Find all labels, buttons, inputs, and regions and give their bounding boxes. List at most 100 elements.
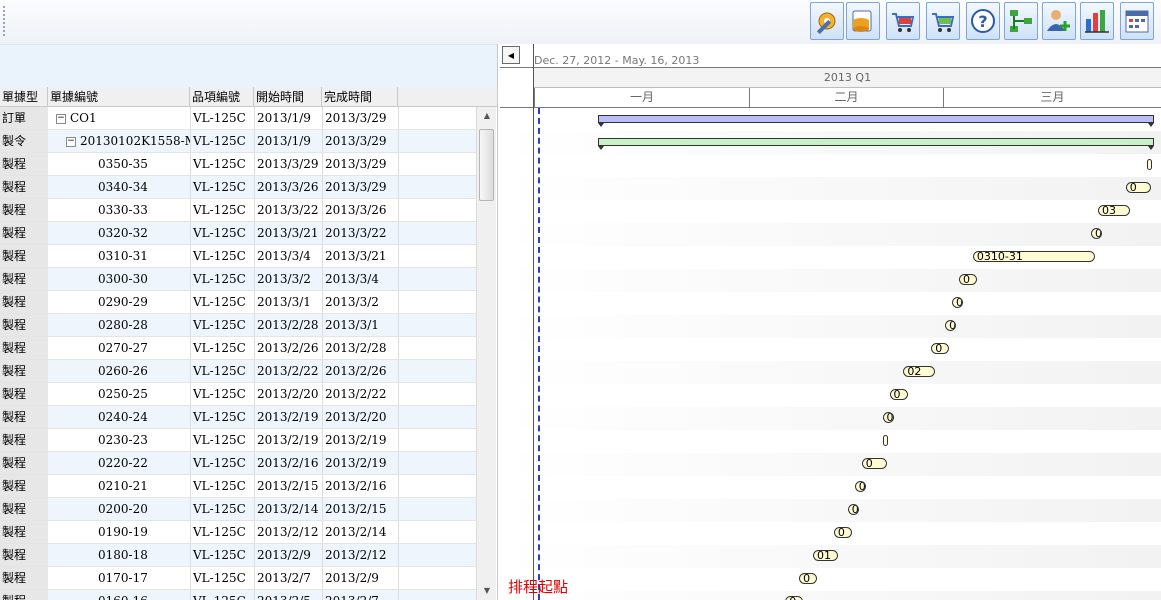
grid-scrollbar[interactable]: ▲ ▼ xyxy=(476,107,496,600)
gantt-task-bar[interactable]: 0 xyxy=(945,320,957,331)
scroll-down-icon[interactable]: ▼ xyxy=(477,582,497,600)
chevron-left-icon[interactable]: ◀ xyxy=(502,46,520,64)
table-row[interactable]: 訂單 − CO1 VL-125C 2013/1/9 2013/3/29 xyxy=(0,107,476,130)
gantt-task-bar[interactable]: 0 xyxy=(847,504,859,515)
table-row[interactable]: 製程 0240-24 VL-125C 2013/2/19 2013/2/20 xyxy=(0,406,476,429)
cell-end-date: 2013/3/26 xyxy=(322,199,398,221)
table-row[interactable]: 製程 0320-32 VL-125C 2013/3/21 2013/3/22 xyxy=(0,222,476,245)
gantt-row: 0 xyxy=(500,499,1161,522)
gantt-task-bar[interactable]: 0 xyxy=(952,297,964,308)
add-user-icon xyxy=(1047,10,1070,31)
settings-button[interactable] xyxy=(810,2,844,40)
collapse-icon[interactable]: − xyxy=(66,136,76,147)
cell-doc-no: 0330-33 xyxy=(48,199,190,221)
cell-start-date: 2013/3/2 xyxy=(254,268,322,290)
column-header-doc-no[interactable]: 單據編號 xyxy=(48,87,190,107)
column-header-item-no[interactable]: 品項編號 xyxy=(190,87,254,107)
table-row[interactable]: 製程 0310-31 VL-125C 2013/3/4 2013/3/21 xyxy=(0,245,476,268)
doc-no-text: 0240-24 xyxy=(98,410,148,424)
toolbar-grip[interactable] xyxy=(3,6,7,36)
gantt-summary-bar[interactable] xyxy=(597,115,1154,127)
gantt-task-bar[interactable]: 01 xyxy=(813,550,839,561)
table-row[interactable]: 製程 0270-27 VL-125C 2013/2/26 2013/2/28 xyxy=(0,337,476,360)
table-row[interactable]: 製令 −20130102K1558-M VL-125C 2013/1/9 2013/3/… xyxy=(0,130,476,153)
cell-empty xyxy=(398,176,476,198)
cell-empty xyxy=(398,130,476,152)
cell-empty xyxy=(398,153,476,175)
gantt-task-bar[interactable]: 0 xyxy=(882,412,894,423)
cell-doc-no: 0240-24 xyxy=(48,406,190,428)
cell-item-no: VL-125C xyxy=(190,176,254,198)
cell-doc-type: 製程 xyxy=(0,544,48,566)
table-row[interactable]: 製程 0300-30 VL-125C 2013/3/2 2013/3/4 xyxy=(0,268,476,291)
cart-button[interactable] xyxy=(886,2,920,40)
gantt-task-bar[interactable]: 0 xyxy=(889,389,908,400)
gantt-row: 0 xyxy=(500,384,1161,407)
gantt-task-bar[interactable]: 0 xyxy=(861,458,887,469)
table-row[interactable]: 製程 0250-25 VL-125C 2013/2/20 2013/2/22 xyxy=(0,383,476,406)
gantt-task-bar[interactable]: 0 xyxy=(854,481,866,492)
cell-doc-no: 0270-27 xyxy=(48,337,190,359)
table-row[interactable]: 製程 0210-21 VL-125C 2013/2/15 2013/2/16 xyxy=(0,475,476,498)
gantt-row: 03 xyxy=(500,200,1161,223)
cell-doc-type: 製程 xyxy=(0,268,48,290)
cell-item-no: VL-125C xyxy=(190,475,254,497)
add-user-button[interactable] xyxy=(1042,2,1076,40)
gantt-task-bar[interactable]: 03 xyxy=(1098,205,1130,216)
table-row[interactable]: 製程 0220-22 VL-125C 2013/2/16 2013/2/19 xyxy=(0,452,476,475)
gantt-row xyxy=(500,430,1161,453)
cell-item-no: VL-125C xyxy=(190,452,254,474)
table-row[interactable]: 製程 0230-23 VL-125C 2013/2/19 2013/2/19 xyxy=(0,429,476,452)
table-row[interactable]: 製程 0290-29 VL-125C 2013/3/1 2013/3/2 xyxy=(0,291,476,314)
table-row[interactable]: 製程 0350-35 VL-125C 2013/3/29 2013/3/29 xyxy=(0,153,476,176)
help-button[interactable]: ? xyxy=(966,2,1000,40)
cell-doc-no: 0180-18 xyxy=(48,544,190,566)
gantt-task-bar[interactable]: 0 xyxy=(833,527,852,538)
gantt-row: 0 xyxy=(500,177,1161,200)
column-header-type[interactable]: 單據型 xyxy=(0,87,48,107)
table-row[interactable]: 製程 0280-28 VL-125C 2013/2/28 2013/3/1 xyxy=(0,314,476,337)
cart-refresh-icon xyxy=(932,13,955,32)
cell-empty xyxy=(398,291,476,313)
table-row[interactable]: 製程 0200-20 VL-125C 2013/2/14 2013/2/15 xyxy=(0,498,476,521)
database-button[interactable] xyxy=(846,2,880,40)
gantt-task-bar[interactable]: 0310-31 xyxy=(972,251,1096,262)
table-row[interactable]: 製程 0340-34 VL-125C 2013/3/26 2013/3/29 xyxy=(0,176,476,199)
table-row[interactable]: 製程 0160-16 VL-125C2013/2/52013/2/7 xyxy=(0,590,476,600)
cell-end-date: 2013/2/19 xyxy=(322,429,398,451)
gantt-row: 0 xyxy=(500,591,1161,600)
cell-end-date: 2013/3/22 xyxy=(322,222,398,244)
doc-no-text: 0180-18 xyxy=(98,548,148,562)
calendar-button[interactable] xyxy=(1120,2,1154,40)
collapse-icon[interactable]: − xyxy=(56,113,66,124)
table-row[interactable]: 製程 0190-19 VL-125C 2013/2/12 2013/2/14 xyxy=(0,521,476,544)
cell-doc-type: 製程 xyxy=(0,291,48,313)
doc-no-text: 0190-19 xyxy=(98,525,148,539)
gantt-task-bar[interactable]: 0 xyxy=(799,573,818,584)
gantt-summary-bar[interactable] xyxy=(597,138,1154,150)
cart-refresh-button[interactable] xyxy=(926,2,960,40)
cell-start-date: 2013/2/19 xyxy=(254,429,322,451)
scroll-up-icon[interactable]: ▲ xyxy=(477,107,497,125)
doc-no-text: 0200-20 xyxy=(98,502,148,516)
scrollbar-thumb[interactable] xyxy=(479,129,494,201)
table-row[interactable]: 製程 0330-33 VL-125C 2013/3/22 2013/3/26 xyxy=(0,199,476,222)
gantt-task-bar[interactable]: 0 xyxy=(1125,182,1151,193)
gantt-task-bar[interactable] xyxy=(1146,159,1152,170)
column-header-end[interactable]: 完成時間 xyxy=(322,87,398,107)
gantt-task-bar[interactable]: 02 xyxy=(903,366,936,377)
table-row[interactable]: 製程 0170-17 VL-125C 2013/2/7 2013/2/9 xyxy=(0,567,476,590)
gantt-task-bar[interactable] xyxy=(882,435,888,446)
gantt-task-bar[interactable]: 0 xyxy=(959,274,978,285)
table-row[interactable]: 製程 0260-26 VL-125C 2013/2/22 2013/2/26 xyxy=(0,360,476,383)
gantt-chart: ◀ Dec. 27, 2012 - May. 16, 2013 2013 Q1 … xyxy=(500,44,1161,600)
bar-chart-button[interactable] xyxy=(1080,2,1114,40)
gantt-task-bar[interactable]: 0 xyxy=(1091,228,1103,239)
gantt-task-bar[interactable]: 0 xyxy=(931,343,950,354)
cell-start-date: 2013/3/4 xyxy=(254,245,322,267)
column-header-start[interactable]: 開始時間 xyxy=(254,87,322,107)
flow-button[interactable] xyxy=(1004,2,1038,40)
cell-end-date: 2013/3/21 xyxy=(322,245,398,267)
gantt-task-bar[interactable]: 0 xyxy=(785,596,804,600)
table-row[interactable]: 製程 0180-18 VL-125C 2013/2/9 2013/2/12 xyxy=(0,544,476,567)
